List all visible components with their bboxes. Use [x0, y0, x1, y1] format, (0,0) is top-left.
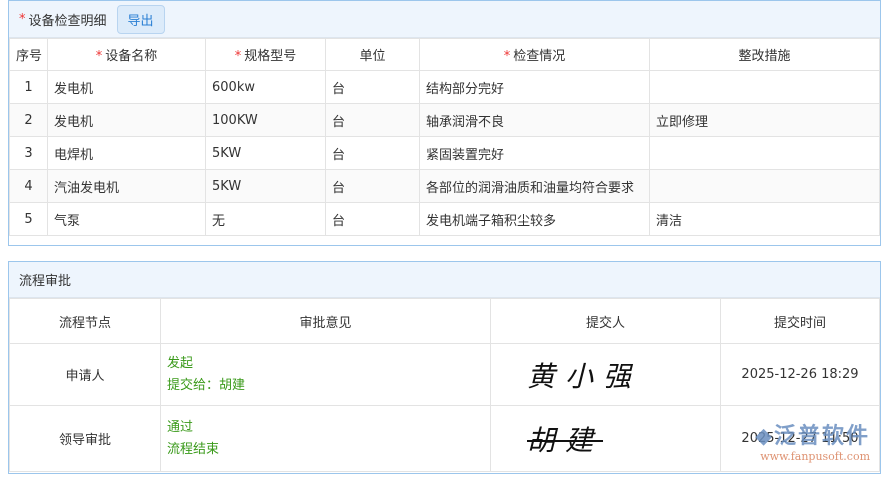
approval-title: 流程审批 — [19, 274, 72, 289]
export-button[interactable]: 导出 — [116, 4, 165, 34]
table-cell: 各部位的润滑油质和油量均符合要求 — [419, 169, 650, 203]
table-cell: 立即修理 — [649, 103, 880, 137]
opinion-line: 流程结束 — [167, 441, 220, 457]
column-header: * 设备名称 — [47, 38, 206, 71]
table-cell: 紧固装置完好 — [419, 136, 650, 170]
approval-row: 领导审批 通过 流程结束 胡建 2025-12-27 11:50 — [9, 405, 880, 472]
signature-cell: 胡建 — [490, 405, 721, 472]
table-cell: 台 — [325, 70, 420, 104]
column-header: 序号 — [9, 38, 48, 71]
table-cell: 电焊机 — [47, 136, 206, 170]
column-header: * 规格型号 — [205, 38, 326, 71]
detail-header: * 设备检查明细 导出 — [9, 1, 880, 38]
time-cell: 2025-12-26 18:29 — [720, 343, 880, 406]
column-label: 序号 — [16, 49, 43, 64]
table-cell: 发电机 — [47, 70, 206, 104]
table-cell: 发电机端子箱积尘较多 — [419, 202, 650, 236]
table-cell: 汽油发电机 — [47, 169, 206, 203]
table-cell: 5KW — [205, 136, 326, 170]
column-label: 规格型号 — [244, 49, 297, 64]
column-header: 整改措施 — [649, 38, 880, 71]
approval-panel: 流程审批 流程节点 审批意见 提交人 提交时间 申请人 发起提交给：胡建 黄小强 20… — [8, 261, 881, 474]
table-cell: 2 — [9, 103, 48, 137]
approval-row: 申请人 发起提交给：胡建 黄小强 2025-12-26 18:29 — [9, 343, 880, 406]
table-cell — [649, 70, 880, 104]
column-header: 提交时间 — [720, 298, 880, 344]
opinion-cell: 通过 流程结束 — [160, 405, 491, 472]
table-cell — [649, 136, 880, 170]
signature-cell: 黄小强 — [490, 343, 721, 406]
table-cell: 3 — [9, 136, 48, 170]
table-row: 2 发电机 100KW 台轴承润滑不良 立即修理 — [9, 103, 880, 137]
table-cell: 结构部分完好 — [419, 70, 650, 104]
signature-image: 胡建 — [527, 423, 604, 457]
table-cell: 气泵 — [47, 202, 206, 236]
table-row: 1 发电机 600kw 台结构部分完好 — [9, 70, 880, 104]
table-cell: 100KW — [205, 103, 326, 137]
detail-table: 序号 * 设备名称 * 规格型号 单位 * 检查情况 整改措施 1 发电机 600kw 台结构部分完好… — [9, 38, 880, 236]
table-cell: 台 — [325, 136, 420, 170]
table-cell: 5 — [9, 202, 48, 236]
column-label: 设备名称 — [105, 49, 158, 64]
table-cell — [649, 169, 880, 203]
approval-header: 流程审批 — [9, 262, 880, 298]
table-row: 4 汽油发电机 5KW 台各部位的润滑油质和油量均符合要求 — [9, 169, 880, 203]
table-cell: 1 — [9, 70, 48, 104]
opinion-cell: 发起提交给：胡建 — [160, 343, 491, 406]
table-cell: 轴承润滑不良 — [419, 103, 650, 137]
column-header: * 检查情况 — [419, 38, 650, 71]
opinion-line: 发起 — [167, 355, 194, 371]
column-label: 单位 — [359, 49, 386, 64]
column-header: 单位 — [325, 38, 420, 71]
table-cell: 发电机 — [47, 103, 206, 137]
table-cell: 600kw — [205, 70, 326, 104]
column-header: 提交人 — [490, 298, 721, 344]
node-cell: 申请人 — [9, 343, 161, 406]
table-row: 3 电焊机 5KW 台紧固装置完好 — [9, 136, 880, 170]
equipment-detail-panel: * 设备检查明细 导出 序号 * 设备名称 * 规格型号 单位 * 检查情况 整改措施 1 发电机… — [8, 0, 881, 246]
table-cell: 清洁 — [649, 202, 880, 236]
table-cell: 台 — [325, 103, 420, 137]
table-cell: 台 — [325, 202, 420, 236]
column-header: 审批意见 — [160, 298, 491, 344]
opinion-line: 通过 — [167, 419, 194, 435]
detail-title: 设备检查明细 — [28, 13, 107, 29]
node-cell: 领导审批 — [9, 405, 161, 472]
required-mark: * — [95, 49, 103, 64]
column-label: 整改措施 — [738, 49, 791, 64]
column-header: 流程节点 — [9, 298, 161, 344]
required-mark: * — [234, 49, 242, 64]
column-label: 检查情况 — [513, 49, 566, 64]
watermark-logo: ◆泛普软件 www.fanpusoft.com — [755, 424, 870, 463]
table-cell: 4 — [9, 169, 48, 203]
required-mark: * — [19, 11, 26, 27]
table-cell: 无 — [205, 202, 326, 236]
required-mark: * — [503, 49, 511, 64]
table-row: 5 气泵无台发电机端子箱积尘较多 清洁 — [9, 202, 880, 236]
table-cell: 5KW — [205, 169, 326, 203]
table-cell: 台 — [325, 169, 420, 203]
signature-image: 黄小强 — [527, 359, 642, 393]
approval-table: 流程节点 审批意见 提交人 提交时间 申请人 发起提交给：胡建 黄小强 2025-12… — [9, 298, 880, 472]
opinion-line: 提交给：胡建 — [167, 377, 246, 393]
